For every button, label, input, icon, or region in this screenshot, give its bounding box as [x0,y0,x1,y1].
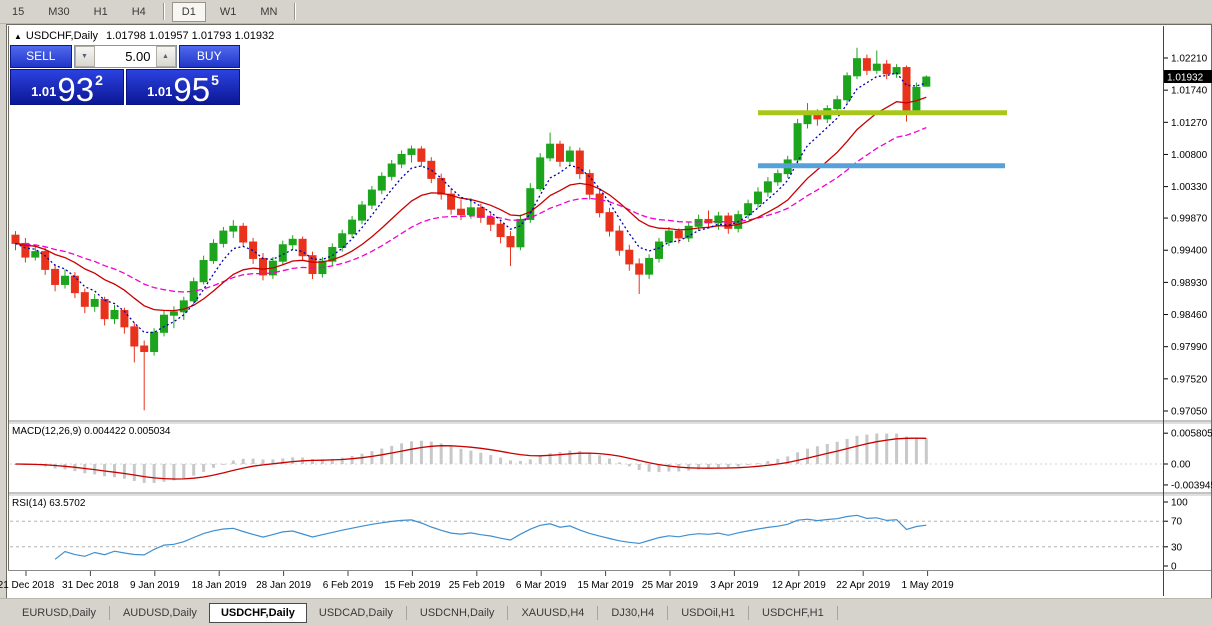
svg-text:0.98930: 0.98930 [1171,278,1208,289]
tab-usdcnh-daily[interactable]: USDCNH,Daily [408,603,507,623]
svg-text:0.99870: 0.99870 [1171,214,1208,225]
svg-text:21 Dec 2018: 21 Dec 2018 [0,580,55,591]
volume-decrease-button[interactable]: ▼ [75,46,95,67]
one-click-trade-panel: SELL ▼ ▲ BUY 1.01 93 2 1.01 95 5 [10,45,240,105]
bid-prefix: 1.01 [31,84,56,99]
svg-text:1.00330: 1.00330 [1171,182,1208,193]
timeframe-toolbar: 15M30H1H4 D1W1MN [0,0,1212,24]
svg-text:0.97520: 0.97520 [1171,374,1208,385]
svg-text:1.02210: 1.02210 [1171,54,1208,65]
tab-usdoil-h1[interactable]: USDOil,H1 [669,603,747,623]
svg-text:15 Feb 2019: 15 Feb 2019 [384,580,441,591]
svg-text:30: 30 [1171,542,1183,553]
svg-text:15 Mar 2019: 15 Mar 2019 [578,580,635,591]
tab-usdchf-h1[interactable]: USDCHF,H1 [750,603,836,623]
svg-text:6 Mar 2019: 6 Mar 2019 [516,580,567,591]
timeframe-d1[interactable]: D1 [172,2,206,22]
tab-separator [406,606,407,620]
tab-dj30-h4[interactable]: DJ30,H4 [599,603,666,623]
svg-text:1.00800: 1.00800 [1171,150,1208,161]
tab-audusd-daily[interactable]: AUDUSD,Daily [111,603,209,623]
tab-separator [507,606,508,620]
timeframe-m30[interactable]: M30 [38,2,79,22]
svg-text:1.01270: 1.01270 [1171,118,1208,129]
bid-big-digits: 93 [57,76,94,103]
chart-title: ▲ USDCHF,Daily 1.01798 1.01957 1.01793 1.0… [14,30,274,42]
svg-text:0.97990: 0.97990 [1171,342,1208,353]
svg-text:0.99400: 0.99400 [1171,246,1208,257]
svg-text:0.00: 0.00 [1171,460,1191,471]
svg-text:0: 0 [1171,562,1177,573]
rsi-indicator-label: RSI(14) 63.5702 [12,498,85,509]
svg-text:-0.003945: -0.003945 [1171,480,1212,491]
svg-text:28 Jan 2019: 28 Jan 2019 [256,580,311,591]
svg-text:25 Mar 2019: 25 Mar 2019 [642,580,699,591]
tab-usdchf-daily[interactable]: USDCHF,Daily [209,603,307,623]
chart-tabbar: EURUSD,DailyAUDUSD,DailyUSDCHF,DailyUSDC… [0,598,1212,626]
volume-stepper: ▼ ▲ [74,45,177,68]
sell-button[interactable]: SELL [10,45,72,68]
indicator-axes: 0.005805 0.00 -0.003945 100 70 30 0 [1164,429,1212,573]
ask-big-digits: 95 [173,76,210,103]
tab-xauusd-h4[interactable]: XAUUSD,H4 [509,603,596,623]
timeframe-mn[interactable]: MN [250,2,287,22]
panel-borders [8,26,1211,596]
svg-text:31 Dec 2018: 31 Dec 2018 [62,580,119,591]
buy-button[interactable]: BUY [179,45,241,68]
tab-separator [597,606,598,620]
svg-text:0.98460: 0.98460 [1171,310,1208,321]
chart-symbol-period: USDCHF,Daily [26,30,98,42]
price-axis[interactable]: 1.02210 1.01740 1.01270 1.00800 1.00330 0.998… [1164,54,1212,418]
macd-panel [14,433,928,483]
toolbar-separator [163,3,165,20]
svg-text:100: 100 [1171,498,1188,509]
bid-pip-digit: 2 [95,72,103,88]
svg-text:1.01740: 1.01740 [1171,86,1208,97]
svg-text:18 Jan 2019: 18 Jan 2019 [192,580,247,591]
time-axis[interactable]: 21 Dec 2018 31 Dec 2018 9 Jan 2019 18 Jan 2… [0,571,954,591]
volume-increase-button[interactable]: ▲ [156,46,176,67]
svg-text:25 Feb 2019: 25 Feb 2019 [449,580,506,591]
svg-text:22 Apr 2019: 22 Apr 2019 [836,580,890,591]
tab-separator [109,606,110,620]
bid-price[interactable]: 1.01 93 2 [10,69,124,105]
volume-input[interactable] [95,46,156,67]
tab-eurusd-daily[interactable]: EURUSD,Daily [10,603,108,623]
rsi-line [55,515,926,559]
ask-prefix: 1.01 [147,84,172,99]
svg-text:1 May 2019: 1 May 2019 [901,580,954,591]
svg-text:9 Jan 2019: 9 Jan 2019 [130,580,180,591]
svg-text:70: 70 [1171,517,1183,528]
toolbar-separator [294,3,296,20]
svg-text:12 Apr 2019: 12 Apr 2019 [772,580,826,591]
tab-separator [748,606,749,620]
ask-pip-digit: 5 [211,72,219,88]
chart-ohlc-values: 1.01798 1.01957 1.01793 1.01932 [106,30,274,42]
timeframe-h4[interactable]: H4 [122,2,156,22]
macd-indicator-label: MACD(12,26,9) 0.004422 0.005034 [12,426,170,437]
tab-separator [667,606,668,620]
svg-text:3 Apr 2019: 3 Apr 2019 [710,580,759,591]
ask-price[interactable]: 1.01 95 5 [126,69,240,105]
svg-text:0.97050: 0.97050 [1171,406,1208,417]
svg-text:1.01932: 1.01932 [1167,73,1204,84]
timeframe-w1[interactable]: W1 [210,2,247,22]
timeframe-h1[interactable]: H1 [84,2,118,22]
svg-text:6 Feb 2019: 6 Feb 2019 [323,580,374,591]
tab-separator [837,606,838,620]
timeframe-15[interactable]: 15 [2,2,34,22]
tab-usdcad-daily[interactable]: USDCAD,Daily [307,603,405,623]
chart-collapse-icon[interactable]: ▲ [14,32,22,41]
svg-text:0.005805: 0.005805 [1171,429,1212,440]
